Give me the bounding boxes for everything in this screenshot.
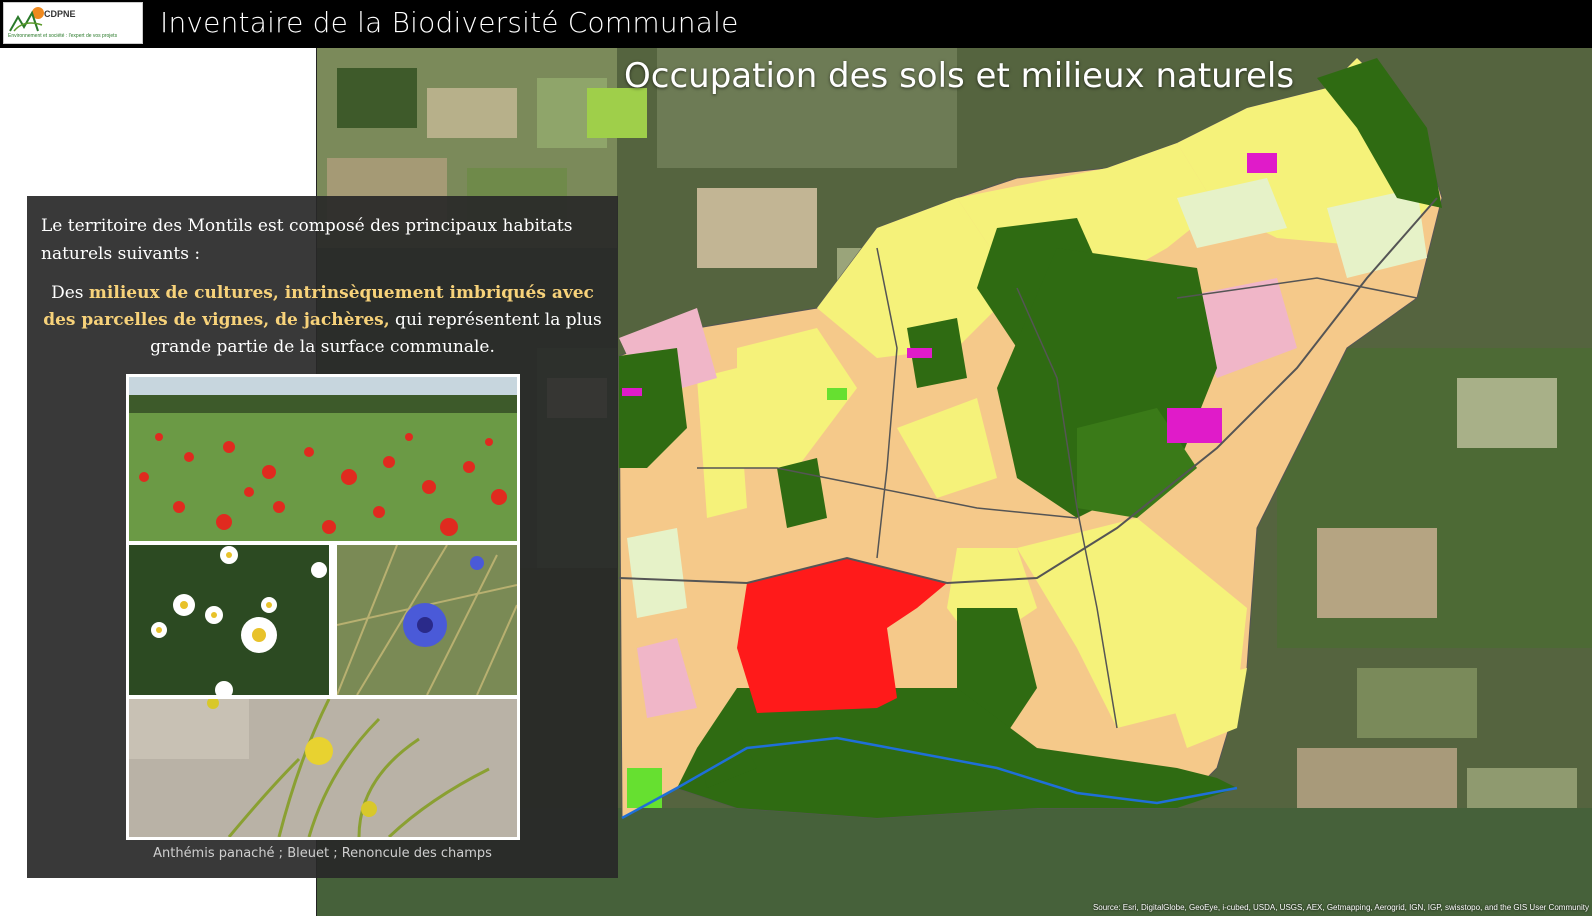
bleuet-photo	[337, 545, 517, 695]
renoncule-photo	[129, 699, 517, 837]
habitat-description: Des milieux de cultures, intrinsèquement…	[41, 280, 604, 361]
info-panel: Le territoire des Montils est composé de…	[27, 196, 618, 878]
habitat-prefix: Des	[51, 283, 89, 303]
map-attribution: Source: Esri, DigitalGlobe, GeoEye, i-cu…	[1092, 903, 1589, 912]
cdpne-logo[interactable]: CDPNE Environnement et société : l'exper…	[3, 2, 143, 44]
map-title: Occupation des sols et milieux naturels	[624, 56, 1295, 96]
intro-text: Le territoire des Montils est composé de…	[41, 216, 573, 264]
app-header: CDPNE Environnement et société : l'exper…	[0, 0, 1592, 48]
photo-collage	[126, 374, 520, 840]
logo-tagline: Environnement et société : l'expert de v…	[8, 33, 118, 39]
photo-caption: Anthémis panaché ; Bleuet ; Renoncule de…	[153, 846, 492, 861]
logo-name: CDPNE	[44, 9, 76, 19]
app-title: Inventaire de la Biodiversité Communale	[160, 6, 739, 39]
poppy-field-photo	[129, 377, 517, 541]
logo-icon	[9, 7, 44, 32]
anthemis-photo	[129, 545, 329, 695]
